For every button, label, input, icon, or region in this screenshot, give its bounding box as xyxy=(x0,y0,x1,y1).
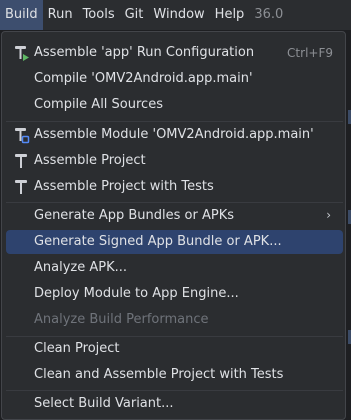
menu-item-select-build-variant[interactable]: Select Build Variant... xyxy=(6,392,343,416)
menu-item-clean-assemble[interactable]: Clean and Assemble Project with Tests xyxy=(6,363,343,387)
menu-item-assemble-project[interactable]: Assemble Project xyxy=(6,149,343,173)
menu-item-analyze-apk[interactable]: Analyze APK... xyxy=(6,256,343,280)
chevron-right-icon: › xyxy=(326,208,331,222)
menu-separator xyxy=(6,121,343,122)
menu-item-label: Compile 'OMV2Android.app.main' xyxy=(34,71,253,86)
hammer-run-icon xyxy=(12,44,30,62)
menu-item-label: Clean and Assemble Project with Tests xyxy=(34,367,284,382)
menu-item-compile-module[interactable]: Compile 'OMV2Android.app.main' xyxy=(6,67,343,91)
menu-item-analyze-build-performance: Analyze Build Performance xyxy=(6,308,343,332)
menu-item-label: Assemble 'app' Run Configuration xyxy=(34,45,255,60)
hammer-module-icon xyxy=(12,126,30,144)
menu-item-assemble-module[interactable]: Assemble Module 'OMV2Android.app.main' xyxy=(6,123,343,147)
menu-version-text: 36.0 xyxy=(254,7,284,22)
menu-item-label: Clean Project xyxy=(34,341,120,356)
menu-item-assemble-project-tests[interactable]: Assemble Project with Tests xyxy=(6,175,343,199)
menu-item-label: Assemble Project with Tests xyxy=(34,179,214,194)
menu-bar: Build Run Tools Git Window Help 36.0 xyxy=(0,0,351,30)
menu-build[interactable]: Build xyxy=(0,0,43,30)
menu-item-label: Select Build Variant... xyxy=(34,396,174,411)
menu-item-label: Assemble Project xyxy=(34,153,146,168)
menu-item-generate-signed[interactable]: Generate Signed App Bundle or APK... xyxy=(6,230,343,254)
menu-item-assemble-app-run-config[interactable]: Assemble 'app' Run Configuration Ctrl+F9 xyxy=(6,41,343,65)
menu-item-label: Generate App Bundles or APKs xyxy=(34,208,235,223)
build-menu-dropdown: Assemble 'app' Run Configuration Ctrl+F9… xyxy=(1,31,346,420)
menu-separator xyxy=(6,202,343,203)
menu-item-label: Assemble Module 'OMV2Android.app.main' xyxy=(34,127,314,142)
menu-tools[interactable]: Tools xyxy=(78,0,120,30)
menu-run[interactable]: Run xyxy=(43,0,78,30)
menu-item-label: Analyze Build Performance xyxy=(34,312,209,327)
menu-window[interactable]: Window xyxy=(148,0,209,30)
hammer-icon xyxy=(12,178,30,196)
menu-item-clean-project[interactable]: Clean Project xyxy=(6,337,343,361)
menu-item-compile-all-sources[interactable]: Compile All Sources xyxy=(6,93,343,117)
menu-item-label: Analyze APK... xyxy=(34,260,128,275)
shortcut-label: Ctrl+F9 xyxy=(287,46,333,60)
menu-item-label: Generate Signed App Bundle or APK... xyxy=(34,234,282,249)
menu-git[interactable]: Git xyxy=(120,0,149,30)
menu-separator xyxy=(6,390,343,391)
menu-item-deploy-module[interactable]: Deploy Module to App Engine... xyxy=(6,282,343,306)
menu-item-label: Compile All Sources xyxy=(34,97,163,112)
menu-help[interactable]: Help xyxy=(210,0,250,30)
hammer-icon xyxy=(12,152,30,170)
menu-item-generate-bundles-apks[interactable]: Generate App Bundles or APKs › xyxy=(6,204,343,228)
menu-item-label: Deploy Module to App Engine... xyxy=(34,286,239,301)
